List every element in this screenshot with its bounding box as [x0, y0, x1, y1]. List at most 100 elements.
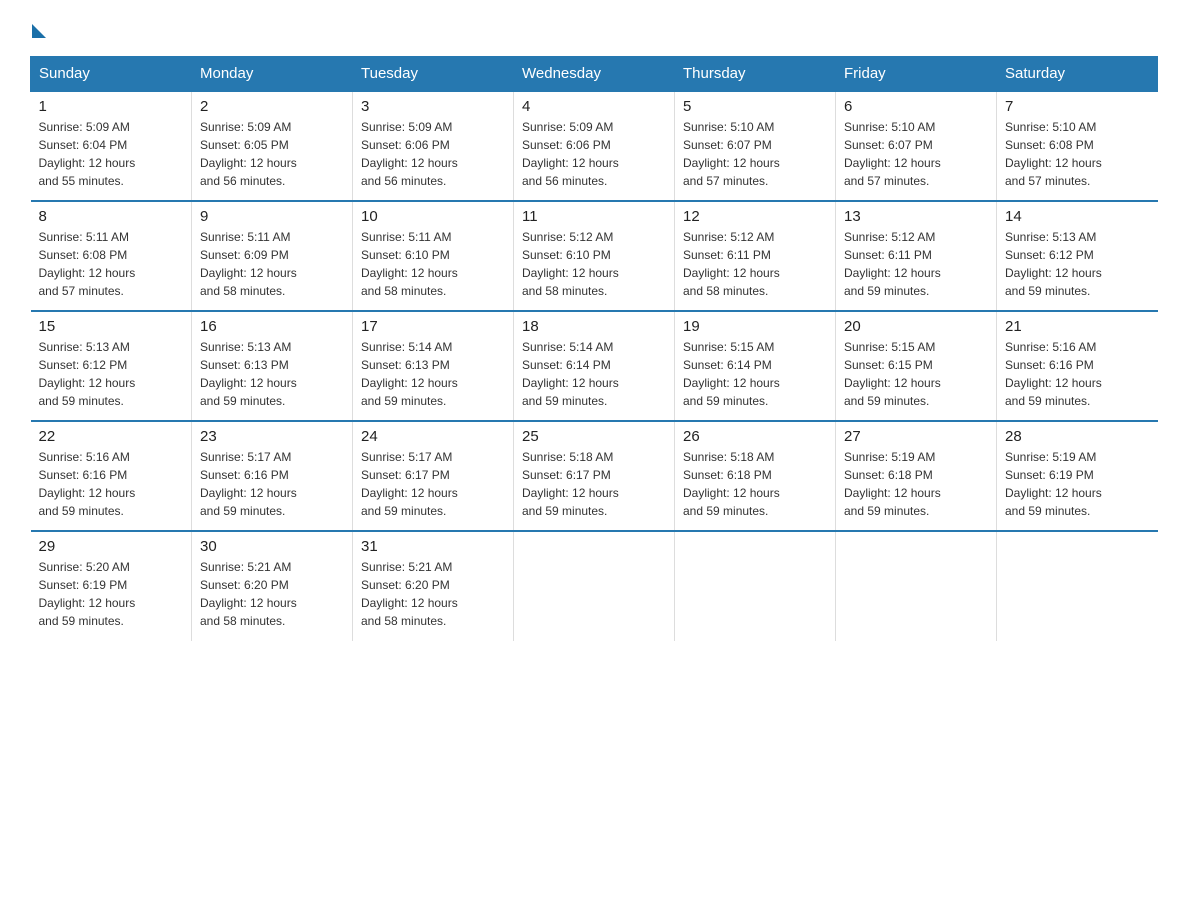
- day-number: 31: [361, 538, 505, 555]
- day-info: Sunrise: 5:20 AMSunset: 6:19 PMDaylight:…: [39, 558, 184, 630]
- header-cell-tuesday: Tuesday: [353, 57, 514, 92]
- day-info: Sunrise: 5:18 AMSunset: 6:18 PMDaylight:…: [683, 448, 827, 520]
- day-number: 18: [522, 318, 666, 335]
- calendar-cell: 29 Sunrise: 5:20 AMSunset: 6:19 PMDaylig…: [31, 531, 192, 641]
- day-number: 15: [39, 318, 184, 335]
- day-info: Sunrise: 5:14 AMSunset: 6:13 PMDaylight:…: [361, 338, 505, 410]
- day-number: 1: [39, 98, 184, 115]
- day-number: 17: [361, 318, 505, 335]
- calendar-cell: 21 Sunrise: 5:16 AMSunset: 6:16 PMDaylig…: [997, 311, 1158, 421]
- calendar-cell: 23 Sunrise: 5:17 AMSunset: 6:16 PMDaylig…: [192, 421, 353, 531]
- calendar-cell: 5 Sunrise: 5:10 AMSunset: 6:07 PMDayligh…: [675, 91, 836, 201]
- day-info: Sunrise: 5:15 AMSunset: 6:14 PMDaylight:…: [683, 338, 827, 410]
- day-info: Sunrise: 5:13 AMSunset: 6:12 PMDaylight:…: [39, 338, 184, 410]
- calendar-cell: 28 Sunrise: 5:19 AMSunset: 6:19 PMDaylig…: [997, 421, 1158, 531]
- day-number: 8: [39, 208, 184, 225]
- day-info: Sunrise: 5:16 AMSunset: 6:16 PMDaylight:…: [39, 448, 184, 520]
- day-number: 11: [522, 208, 666, 225]
- calendar-cell: 25 Sunrise: 5:18 AMSunset: 6:17 PMDaylig…: [514, 421, 675, 531]
- logo-arrow-icon: [32, 24, 46, 38]
- page-header: [30, 20, 1158, 38]
- day-number: 5: [683, 98, 827, 115]
- day-info: Sunrise: 5:10 AMSunset: 6:08 PMDaylight:…: [1005, 118, 1150, 190]
- calendar-cell: 13 Sunrise: 5:12 AMSunset: 6:11 PMDaylig…: [836, 201, 997, 311]
- calendar-header-row: SundayMondayTuesdayWednesdayThursdayFrid…: [31, 57, 1158, 92]
- day-info: Sunrise: 5:13 AMSunset: 6:12 PMDaylight:…: [1005, 228, 1150, 300]
- day-info: Sunrise: 5:21 AMSunset: 6:20 PMDaylight:…: [200, 558, 344, 630]
- day-number: 6: [844, 98, 988, 115]
- day-number: 21: [1005, 318, 1150, 335]
- day-info: Sunrise: 5:10 AMSunset: 6:07 PMDaylight:…: [683, 118, 827, 190]
- calendar-week-row: 8 Sunrise: 5:11 AMSunset: 6:08 PMDayligh…: [31, 201, 1158, 311]
- day-number: 28: [1005, 428, 1150, 445]
- calendar-cell: 15 Sunrise: 5:13 AMSunset: 6:12 PMDaylig…: [31, 311, 192, 421]
- calendar-cell: 31 Sunrise: 5:21 AMSunset: 6:20 PMDaylig…: [353, 531, 514, 641]
- day-info: Sunrise: 5:09 AMSunset: 6:04 PMDaylight:…: [39, 118, 184, 190]
- day-info: Sunrise: 5:21 AMSunset: 6:20 PMDaylight:…: [361, 558, 505, 630]
- calendar-cell: 12 Sunrise: 5:12 AMSunset: 6:11 PMDaylig…: [675, 201, 836, 311]
- day-number: 16: [200, 318, 344, 335]
- day-number: 25: [522, 428, 666, 445]
- day-number: 7: [1005, 98, 1150, 115]
- day-info: Sunrise: 5:10 AMSunset: 6:07 PMDaylight:…: [844, 118, 988, 190]
- day-info: Sunrise: 5:18 AMSunset: 6:17 PMDaylight:…: [522, 448, 666, 520]
- day-number: 19: [683, 318, 827, 335]
- day-number: 13: [844, 208, 988, 225]
- calendar-week-row: 15 Sunrise: 5:13 AMSunset: 6:12 PMDaylig…: [31, 311, 1158, 421]
- day-info: Sunrise: 5:12 AMSunset: 6:10 PMDaylight:…: [522, 228, 666, 300]
- day-number: 22: [39, 428, 184, 445]
- day-number: 23: [200, 428, 344, 445]
- calendar-week-row: 22 Sunrise: 5:16 AMSunset: 6:16 PMDaylig…: [31, 421, 1158, 531]
- day-info: Sunrise: 5:11 AMSunset: 6:08 PMDaylight:…: [39, 228, 184, 300]
- day-info: Sunrise: 5:15 AMSunset: 6:15 PMDaylight:…: [844, 338, 988, 410]
- day-number: 29: [39, 538, 184, 555]
- calendar-cell: 17 Sunrise: 5:14 AMSunset: 6:13 PMDaylig…: [353, 311, 514, 421]
- day-info: Sunrise: 5:17 AMSunset: 6:17 PMDaylight:…: [361, 448, 505, 520]
- header-cell-saturday: Saturday: [997, 57, 1158, 92]
- calendar-cell: [836, 531, 997, 641]
- day-info: Sunrise: 5:19 AMSunset: 6:18 PMDaylight:…: [844, 448, 988, 520]
- calendar-week-row: 29 Sunrise: 5:20 AMSunset: 6:19 PMDaylig…: [31, 531, 1158, 641]
- calendar-cell: 8 Sunrise: 5:11 AMSunset: 6:08 PMDayligh…: [31, 201, 192, 311]
- day-number: 20: [844, 318, 988, 335]
- day-info: Sunrise: 5:11 AMSunset: 6:09 PMDaylight:…: [200, 228, 344, 300]
- calendar-cell: 6 Sunrise: 5:10 AMSunset: 6:07 PMDayligh…: [836, 91, 997, 201]
- header-cell-monday: Monday: [192, 57, 353, 92]
- header-cell-thursday: Thursday: [675, 57, 836, 92]
- day-number: 26: [683, 428, 827, 445]
- header-cell-sunday: Sunday: [31, 57, 192, 92]
- calendar-cell: 14 Sunrise: 5:13 AMSunset: 6:12 PMDaylig…: [997, 201, 1158, 311]
- calendar-cell: 3 Sunrise: 5:09 AMSunset: 6:06 PMDayligh…: [353, 91, 514, 201]
- calendar-cell: 4 Sunrise: 5:09 AMSunset: 6:06 PMDayligh…: [514, 91, 675, 201]
- header-cell-friday: Friday: [836, 57, 997, 92]
- day-number: 12: [683, 208, 827, 225]
- calendar-cell: 7 Sunrise: 5:10 AMSunset: 6:08 PMDayligh…: [997, 91, 1158, 201]
- day-info: Sunrise: 5:16 AMSunset: 6:16 PMDaylight:…: [1005, 338, 1150, 410]
- day-info: Sunrise: 5:09 AMSunset: 6:05 PMDaylight:…: [200, 118, 344, 190]
- calendar-cell: 22 Sunrise: 5:16 AMSunset: 6:16 PMDaylig…: [31, 421, 192, 531]
- calendar-cell: 24 Sunrise: 5:17 AMSunset: 6:17 PMDaylig…: [353, 421, 514, 531]
- day-info: Sunrise: 5:19 AMSunset: 6:19 PMDaylight:…: [1005, 448, 1150, 520]
- calendar-cell: 10 Sunrise: 5:11 AMSunset: 6:10 PMDaylig…: [353, 201, 514, 311]
- calendar-week-row: 1 Sunrise: 5:09 AMSunset: 6:04 PMDayligh…: [31, 91, 1158, 201]
- day-number: 24: [361, 428, 505, 445]
- day-number: 3: [361, 98, 505, 115]
- logo: [30, 20, 46, 38]
- day-info: Sunrise: 5:11 AMSunset: 6:10 PMDaylight:…: [361, 228, 505, 300]
- calendar-cell: 9 Sunrise: 5:11 AMSunset: 6:09 PMDayligh…: [192, 201, 353, 311]
- day-number: 14: [1005, 208, 1150, 225]
- calendar-cell: [675, 531, 836, 641]
- day-number: 9: [200, 208, 344, 225]
- day-number: 30: [200, 538, 344, 555]
- calendar-cell: 30 Sunrise: 5:21 AMSunset: 6:20 PMDaylig…: [192, 531, 353, 641]
- day-info: Sunrise: 5:09 AMSunset: 6:06 PMDaylight:…: [361, 118, 505, 190]
- calendar-cell: 18 Sunrise: 5:14 AMSunset: 6:14 PMDaylig…: [514, 311, 675, 421]
- calendar-table: SundayMondayTuesdayWednesdayThursdayFrid…: [30, 56, 1158, 641]
- calendar-cell: 16 Sunrise: 5:13 AMSunset: 6:13 PMDaylig…: [192, 311, 353, 421]
- day-info: Sunrise: 5:14 AMSunset: 6:14 PMDaylight:…: [522, 338, 666, 410]
- calendar-cell: 20 Sunrise: 5:15 AMSunset: 6:15 PMDaylig…: [836, 311, 997, 421]
- calendar-cell: [997, 531, 1158, 641]
- calendar-cell: 11 Sunrise: 5:12 AMSunset: 6:10 PMDaylig…: [514, 201, 675, 311]
- day-info: Sunrise: 5:12 AMSunset: 6:11 PMDaylight:…: [844, 228, 988, 300]
- calendar-cell: 26 Sunrise: 5:18 AMSunset: 6:18 PMDaylig…: [675, 421, 836, 531]
